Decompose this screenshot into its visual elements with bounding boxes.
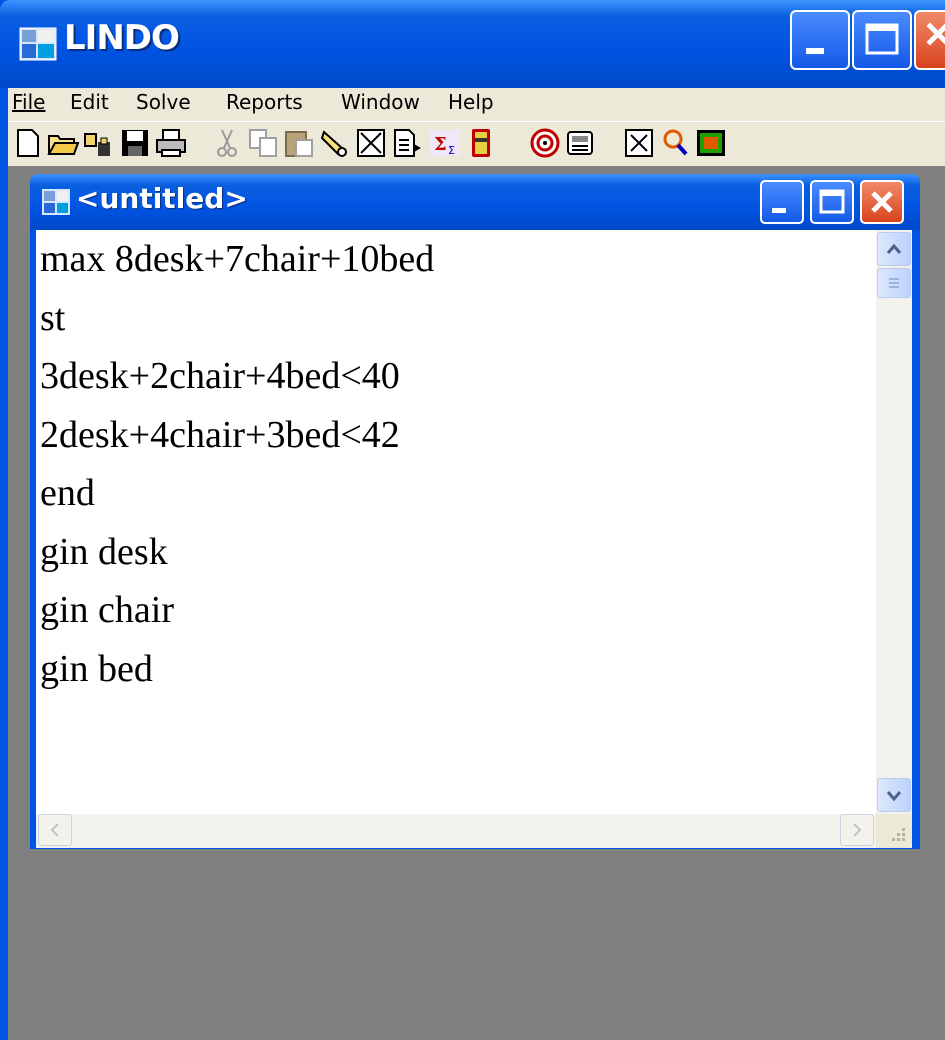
resize-grip-icon [892,828,905,841]
size-grip[interactable] [876,814,912,848]
grip-icon [889,278,899,288]
new-file-icon[interactable] [10,126,44,160]
horizontal-scrollbar[interactable] [36,814,876,848]
send-to-back-icon[interactable] [622,126,656,160]
close-button[interactable] [914,10,945,70]
maximize-icon [819,189,845,214]
toolbar: ΣΣ [8,121,945,166]
scroll-right-button[interactable] [840,814,874,846]
help-icon[interactable] [694,126,728,160]
options-icon[interactable] [528,126,562,160]
scroll-thumb[interactable] [877,268,911,298]
cut-icon[interactable] [210,126,244,160]
open-folder-icon[interactable] [46,126,80,160]
vertical-scrollbar[interactable] [876,230,912,814]
save-icon[interactable] [118,126,152,160]
chevron-left-icon [50,823,59,837]
copy-icon[interactable] [246,126,280,160]
svg-text:Σ: Σ [448,144,455,157]
app-title: LINDO [64,18,180,58]
editor-line: st [40,296,66,339]
editor-line: gin chair [40,589,175,631]
print-icon[interactable] [154,126,188,160]
app-client-area: File Edit Solve Reports Window Help Σ Σ … [8,88,945,1040]
child-title: <untitled> [76,182,248,215]
menu-bar: File Edit Solve Reports Window Help [8,88,945,120]
lindo-app-icon [19,27,57,61]
maximize-icon [865,23,899,55]
child-close-button[interactable] [860,180,904,224]
paste-icon[interactable] [282,126,316,160]
mdi-workspace: <untitled> max 8desk+7chair+10bed st 3de… [8,166,945,1040]
model-editor[interactable]: max 8desk+7chair+10bed st 3desk+2chair+4… [36,230,876,814]
child-titlebar[interactable]: <untitled> [30,174,920,230]
editor-line: max 8desk+7chair+10bed [40,238,435,280]
editor-line: 3desk+2chair+4bed<40 [40,355,400,397]
menu-reports[interactable]: Reports [226,90,303,114]
svg-text:Σ: Σ [434,134,447,155]
minimize-button[interactable] [790,10,850,70]
editor-line: gin desk [40,530,168,573]
editor-line: gin bed [40,647,153,690]
minimize-icon [772,208,786,213]
solve-icon[interactable]: ΣΣ [428,126,462,160]
menu-solve[interactable]: Solve [136,90,191,114]
view-icon[interactable] [82,126,116,160]
menu-file[interactable]: File [12,90,45,114]
clear-icon[interactable] [354,126,388,160]
scroll-down-button[interactable] [877,778,911,812]
chevron-right-icon [853,823,862,837]
untitled-document-window: <untitled> max 8desk+7chair+10bed st 3de… [30,174,920,849]
compile-icon[interactable] [464,126,498,160]
status-icon[interactable] [564,126,598,160]
menu-help[interactable]: Help [448,90,494,114]
child-maximize-button[interactable] [810,180,854,224]
chevron-up-icon [886,243,902,254]
scroll-left-button[interactable] [38,814,72,846]
chevron-down-icon [886,791,902,802]
lindo-app-window: LINDO File Edit Solve Reports Window Hel… [0,0,945,1040]
close-icon [871,191,893,213]
document-icon [42,189,70,215]
menu-window[interactable]: Window [341,90,420,114]
minimize-icon [806,48,824,54]
child-minimize-button[interactable] [760,180,804,224]
scroll-up-button[interactable] [877,232,911,266]
tile-icon[interactable] [658,126,692,160]
editor-line: end [40,472,95,514]
maximize-button[interactable] [852,10,912,70]
find-icon[interactable] [318,126,352,160]
app-titlebar[interactable]: LINDO [0,0,945,88]
editor-line: 2desk+4chair+3bed<42 [40,413,400,456]
model-text[interactable]: max 8desk+7chair+10bed st 3desk+2chair+4… [40,230,434,698]
go-to-line-icon[interactable] [390,126,424,160]
menu-edit[interactable]: Edit [70,90,109,114]
close-icon [926,22,945,46]
